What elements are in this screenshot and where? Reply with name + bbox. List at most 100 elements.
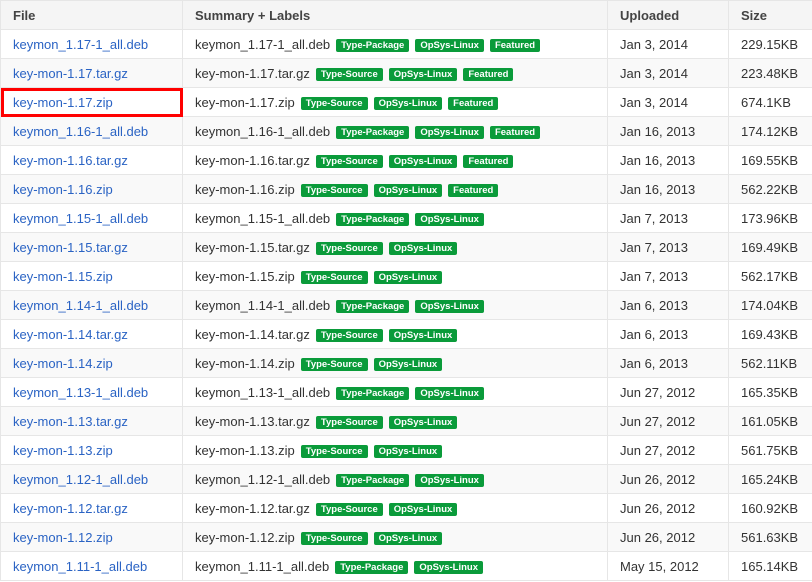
uploaded-cell: Jan 3, 2014 (607, 29, 729, 59)
size-cell: 562.11KB (728, 348, 812, 378)
label-badge[interactable]: Type-Package (335, 560, 409, 574)
file-cell: keymon_1.14-1_all.deb (0, 290, 183, 320)
label-badge[interactable]: OpSys-Linux (415, 299, 484, 313)
label-badge[interactable]: Type-Package (336, 299, 410, 313)
file-cell: key-mon-1.17.zip (0, 87, 183, 117)
header-size[interactable]: Size (728, 0, 812, 30)
summary-cell: keymon_1.15-1_all.deb Type-Package OpSys-L… (182, 203, 608, 233)
label-badge[interactable]: Featured (448, 96, 499, 110)
header-file[interactable]: File (0, 0, 183, 30)
file-cell: keymon_1.12-1_all.deb (0, 464, 183, 494)
file-cell: key-mon-1.14.tar.gz (0, 319, 183, 349)
file-link[interactable]: key-mon-1.17.zip (13, 95, 113, 110)
uploaded-cell: Jan 16, 2013 (607, 145, 729, 175)
summary-cell: key-mon-1.12.tar.gz Type-Source OpSys-Linu… (182, 493, 608, 523)
label-badge[interactable]: Type-Package (336, 386, 410, 400)
label-badge[interactable]: Featured (463, 154, 514, 168)
summary-text: key-mon-1.16.zip (195, 181, 295, 197)
summary-text: keymon_1.12-1_all.deb (195, 471, 331, 487)
label-badge[interactable]: Type-Package (336, 125, 410, 139)
label-badge[interactable]: Type-Source (315, 502, 383, 516)
label-badge[interactable]: OpSys-Linux (373, 270, 443, 284)
label-badge[interactable]: OpSys-Linux (388, 241, 458, 255)
file-link[interactable]: keymon_1.15-1_all.deb (13, 211, 148, 226)
uploaded-cell: Jan 7, 2013 (607, 232, 729, 262)
table-row: key-mon-1.15.zip key-mon-1.15.zip Type-So… (0, 261, 812, 291)
summary-text: key-mon-1.12.zip (195, 529, 295, 545)
file-link[interactable]: key-mon-1.17.tar.gz (13, 66, 128, 81)
label-badge[interactable]: OpSys-Linux (388, 67, 458, 81)
label-badge[interactable]: Featured (489, 125, 541, 139)
summary-cell: key-mon-1.13.tar.gz Type-Source OpSys-Linu… (182, 406, 608, 436)
file-link[interactable]: key-mon-1.16.tar.gz (13, 153, 128, 168)
summary-cell: key-mon-1.15.tar.gz Type-Source OpSys-Linu… (182, 232, 608, 262)
header-summary[interactable]: Summary + Labels (182, 0, 608, 30)
label-badge[interactable]: Featured (463, 67, 514, 81)
file-link[interactable]: key-mon-1.12.tar.gz (13, 501, 128, 516)
file-link[interactable]: key-mon-1.13.tar.gz (13, 414, 128, 429)
size-cell: 165.35KB (728, 377, 812, 407)
label-badge[interactable]: OpSys-Linux (373, 444, 443, 458)
file-cell: key-mon-1.14.zip (0, 348, 183, 378)
label-badge[interactable]: OpSys-Linux (415, 125, 484, 139)
label-badge[interactable]: Type-Source (315, 154, 383, 168)
size-cell: 174.12KB (728, 116, 812, 146)
label-badge[interactable]: Type-Source (300, 96, 368, 110)
label-badge[interactable]: Type-Package (336, 38, 410, 52)
size-cell: 169.55KB (728, 145, 812, 175)
size-cell: 174.04KB (728, 290, 812, 320)
label-badge[interactable]: OpSys-Linux (373, 357, 443, 371)
uploaded-cell: Jan 16, 2013 (607, 174, 729, 204)
label-badge[interactable]: Type-Source (300, 531, 368, 545)
summary-cell: key-mon-1.16.zip Type-Source OpSys-Linux Fe… (182, 174, 608, 204)
file-link[interactable]: key-mon-1.14.tar.gz (13, 327, 128, 342)
header-uploaded[interactable]: Uploaded (607, 0, 729, 30)
file-link[interactable]: key-mon-1.13.zip (13, 443, 113, 458)
label-badge[interactable]: Type-Package (336, 473, 410, 487)
summary-text: key-mon-1.12.tar.gz (195, 500, 310, 516)
label-badge[interactable]: OpSys-Linux (373, 96, 443, 110)
size-cell: 169.49KB (728, 232, 812, 262)
label-badge[interactable]: OpSys-Linux (415, 473, 484, 487)
table-row: keymon_1.13-1_all.deb keymon_1.13-1_all.… (0, 377, 812, 407)
label-badge[interactable]: Featured (448, 183, 499, 197)
label-badge[interactable]: Type-Source (300, 183, 368, 197)
label-badge[interactable]: OpSys-Linux (388, 415, 458, 429)
label-badge[interactable]: Type-Source (315, 241, 383, 255)
file-link[interactable]: key-mon-1.16.zip (13, 182, 113, 197)
label-badge[interactable]: Type-Source (315, 328, 383, 342)
file-link[interactable]: keymon_1.14-1_all.deb (13, 298, 148, 313)
label-badge[interactable]: OpSys-Linux (414, 560, 483, 574)
label-badge[interactable]: Type-Source (300, 270, 368, 284)
label-badge[interactable]: OpSys-Linux (388, 502, 458, 516)
label-badge[interactable]: OpSys-Linux (373, 531, 443, 545)
summary-text: keymon_1.11-1_all.deb (195, 558, 330, 574)
summary-cell: key-mon-1.13.zip Type-Source OpSys-Linux (182, 435, 608, 465)
uploaded-cell: Jan 16, 2013 (607, 116, 729, 146)
uploaded-cell: Jan 7, 2013 (607, 203, 729, 233)
file-link[interactable]: keymon_1.17-1_all.deb (13, 37, 148, 52)
file-link[interactable]: key-mon-1.15.zip (13, 269, 113, 284)
label-badge[interactable]: OpSys-Linux (415, 212, 484, 226)
summary-text: key-mon-1.13.zip (195, 442, 295, 458)
label-badge[interactable]: OpSys-Linux (388, 154, 458, 168)
file-link[interactable]: key-mon-1.15.tar.gz (13, 240, 128, 255)
file-link[interactable]: key-mon-1.14.zip (13, 356, 113, 371)
label-badge[interactable]: Type-Source (300, 357, 368, 371)
file-link[interactable]: key-mon-1.12.zip (13, 530, 113, 545)
summary-text: key-mon-1.17.zip (195, 94, 295, 110)
label-badge[interactable]: Type-Source (315, 67, 383, 81)
file-link[interactable]: keymon_1.12-1_all.deb (13, 472, 148, 487)
label-badge[interactable]: Type-Package (336, 212, 410, 226)
label-badge[interactable]: OpSys-Linux (388, 328, 458, 342)
label-badge[interactable]: Type-Source (315, 415, 383, 429)
label-badge[interactable]: Type-Source (300, 444, 368, 458)
label-badge[interactable]: OpSys-Linux (415, 386, 484, 400)
file-link[interactable]: keymon_1.13-1_all.deb (13, 385, 148, 400)
file-cell: key-mon-1.15.zip (0, 261, 183, 291)
file-link[interactable]: keymon_1.16-1_all.deb (13, 124, 148, 139)
label-badge[interactable]: OpSys-Linux (415, 38, 484, 52)
file-link[interactable]: keymon_1.11-1_all.deb (13, 559, 147, 574)
label-badge[interactable]: Featured (489, 38, 541, 52)
label-badge[interactable]: OpSys-Linux (373, 183, 443, 197)
